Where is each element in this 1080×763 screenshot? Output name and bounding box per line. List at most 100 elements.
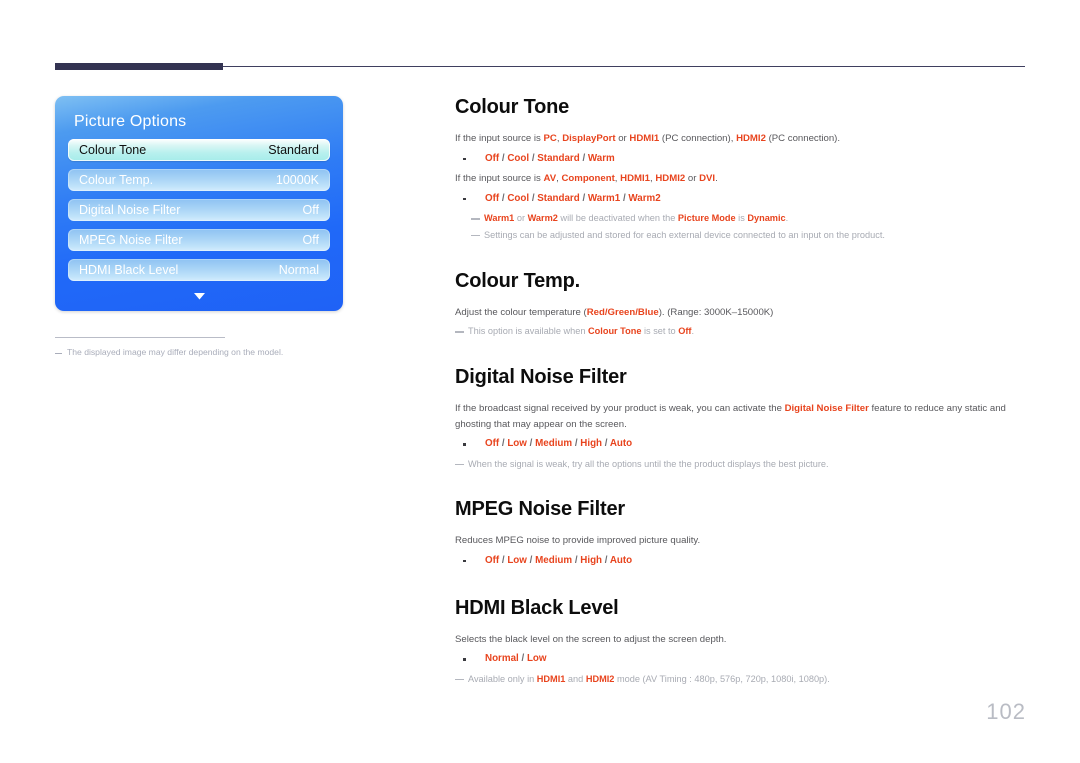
- keyword-hdmi2: HDMI2: [655, 173, 686, 185]
- paragraph: If the input source is PC, DisplayPort o…: [455, 131, 1027, 147]
- osd-footnote: The displayed image may differ depending…: [55, 347, 395, 357]
- note: Available only in HDMI1 and HDMI2 mode (…: [455, 672, 1027, 687]
- paragraph: Selects the black level on the screen to…: [455, 633, 727, 645]
- keyword-pc: PC: [543, 133, 557, 144]
- note: Warm1 or Warm2 will be deactivated when …: [455, 211, 1027, 226]
- text-run: or: [514, 213, 528, 224]
- text-run: Available only in: [468, 673, 537, 684]
- osd-item-label: Colour Tone: [79, 143, 147, 157]
- keyword-warm2: Warm2: [527, 213, 558, 224]
- text-run: mode (AV Timing : 480p, 576p, 720p, 1080…: [614, 673, 830, 684]
- osd-item-label: Digital Noise Filter: [79, 203, 181, 217]
- note: When the signal is weak, try all the opt…: [455, 457, 1027, 472]
- section-digital-noise-filter: Digital Noise Filter If the broadcast si…: [455, 366, 1027, 471]
- osd-menu-item-colour-tone[interactable]: Colour Tone Standard: [68, 139, 330, 161]
- left-column: Picture Options Colour Tone Standard Col…: [55, 96, 395, 357]
- osd-item-value: Off: [302, 233, 319, 247]
- text-run: or: [615, 133, 630, 144]
- osd-item-label: Colour Temp.: [79, 173, 154, 187]
- text-run: (PC connection).: [765, 133, 841, 144]
- osd-scroll-more[interactable]: [68, 287, 330, 305]
- osd-menu-item-colour-temp[interactable]: Colour Temp. 10000K: [68, 169, 330, 191]
- paragraph: Adjust the colour temperature (Red/Green…: [455, 305, 1027, 321]
- text-run: If the input source is: [455, 173, 544, 185]
- keyword-hdmi1: HDMI1: [536, 673, 566, 684]
- keyword-dvi: DVI: [699, 173, 716, 185]
- page-number: 102: [986, 699, 1026, 724]
- keyword-off: Off: [678, 326, 692, 337]
- options-list: Off / Low / Medium / High / Auto: [455, 436, 1027, 453]
- keyword-picture-mode: Picture Mode: [677, 213, 736, 224]
- options-list: Normal / Low: [455, 651, 1027, 668]
- text-run: .: [691, 326, 695, 337]
- section-title: HDMI Black Level: [455, 596, 619, 619]
- dash-marker-icon: [55, 353, 62, 354]
- options-item: Off / Low / Medium / High / Auto: [455, 436, 1027, 453]
- text-run: is: [735, 213, 748, 224]
- text-run: or: [685, 173, 700, 185]
- text-run: If the input source is: [455, 133, 544, 144]
- text-run: is set to: [641, 326, 679, 337]
- text-run: and: [565, 673, 586, 684]
- right-column: Colour Tone If the input source is PC, D…: [455, 96, 1027, 687]
- keyword-hdmi1: HDMI1: [629, 133, 660, 144]
- keyword-digital-noise-filter: Digital Noise Filter: [784, 403, 869, 415]
- text-run: If the broadcast signal received by your…: [455, 403, 785, 415]
- paragraph: If the input source is AV, Component, HD…: [455, 171, 1027, 187]
- keyword-warm1: Warm1: [484, 213, 515, 224]
- text-run: .: [715, 173, 718, 185]
- osd-item-label: HDMI Black Level: [79, 263, 179, 277]
- note-text: Settings can be adjusted and stored for …: [484, 230, 885, 241]
- chevron-down-icon: [193, 293, 205, 300]
- keyword-dynamic: Dynamic: [747, 213, 786, 224]
- keyword-displayport: DisplayPort: [562, 133, 616, 144]
- section-colour-tone: Colour Tone If the input source is PC, D…: [455, 96, 1027, 243]
- section-title: Digital Noise Filter: [455, 366, 627, 389]
- options-item: Off / Cool / Standard / Warm: [455, 151, 1027, 168]
- text-run: This option is available when: [468, 326, 589, 337]
- text-run: (PC connection),: [659, 133, 737, 144]
- text-run: .: [785, 213, 789, 224]
- paragraph: If the broadcast signal received by your…: [455, 401, 1027, 432]
- options-list: Off / Low / Medium / High / Auto: [455, 553, 1027, 570]
- options-list: Off / Cool / Standard / Warm1 / Warm2: [455, 191, 1027, 208]
- note: This option is available when Colour Ton…: [455, 324, 1027, 339]
- header-accent-bar: [55, 63, 223, 70]
- options-list: Off / Cool / Standard / Warm: [455, 151, 1027, 168]
- osd-panel-title: Picture Options: [74, 113, 187, 130]
- osd-menu-item-mpeg-noise-filter[interactable]: MPEG Noise Filter Off: [68, 229, 330, 251]
- note-text: When the signal is weak, try all the opt…: [468, 458, 829, 469]
- osd-footnote-text: The displayed image may differ depending…: [67, 347, 284, 357]
- section-mpeg-noise-filter: MPEG Noise Filter Reduces MPEG noise to …: [455, 498, 1027, 569]
- keyword-hdmi2: HDMI2: [585, 673, 615, 684]
- text-run: will be deactivated when the: [557, 213, 678, 224]
- osd-menu-item-digital-noise-filter[interactable]: Digital Noise Filter Off: [68, 199, 330, 221]
- paragraph: Reduces MPEG noise to provide improved p…: [455, 535, 701, 547]
- section-title: MPEG Noise Filter: [455, 498, 625, 521]
- options-item: Normal / Low: [455, 651, 1027, 668]
- osd-item-value: Off: [302, 203, 319, 217]
- note: Settings can be adjusted and stored for …: [455, 228, 1027, 243]
- keyword-hdmi1: HDMI1: [620, 173, 650, 185]
- osd-item-value: 10000K: [275, 173, 319, 187]
- section-colour-temp: Colour Temp. Adjust the colour temperatu…: [455, 270, 1027, 339]
- options-item: Off / Low / Medium / High / Auto: [455, 553, 1027, 570]
- osd-item-value: Normal: [278, 263, 319, 277]
- osd-menu-list: Colour Tone Standard Colour Temp. 10000K…: [55, 139, 343, 305]
- options-item: Off / Cool / Standard / Warm1 / Warm2: [455, 191, 1027, 208]
- section-hdmi-black-level: HDMI Black Level Selects the black level…: [455, 597, 1027, 687]
- footnote-divider: [55, 337, 225, 338]
- osd-item-value: Standard: [268, 143, 319, 157]
- text-run: Adjust the colour temperature (: [455, 306, 587, 318]
- section-title: Colour Tone: [455, 96, 570, 118]
- keyword-component: Component: [561, 173, 615, 185]
- section-title: Colour Temp.: [455, 269, 581, 292]
- osd-item-label: MPEG Noise Filter: [79, 233, 183, 247]
- text-run: ). (Range: 3000K–15000K): [658, 306, 774, 318]
- keyword-av: AV: [543, 173, 557, 185]
- osd-menu-item-hdmi-black-level[interactable]: HDMI Black Level Normal: [68, 259, 330, 281]
- keyword-hdmi2: HDMI2: [736, 133, 766, 144]
- osd-picture-options-panel: Picture Options Colour Tone Standard Col…: [55, 96, 343, 311]
- keyword-red-green-blue: Red/Green/Blue: [586, 306, 659, 318]
- keyword-colour-tone: Colour Tone: [588, 326, 642, 337]
